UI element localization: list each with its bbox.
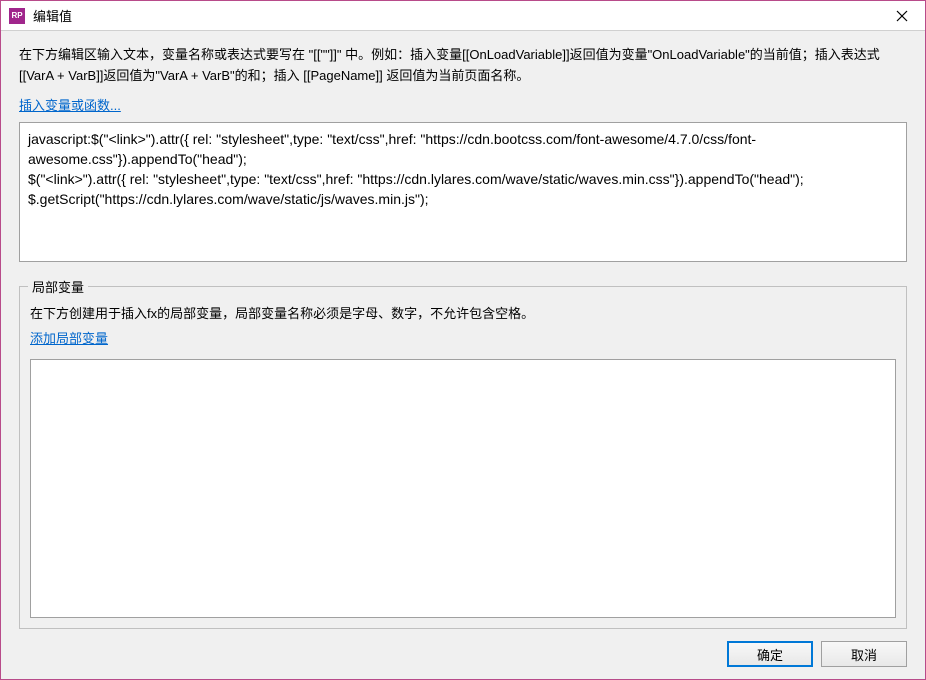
add-local-variable-link[interactable]: 添加局部变量	[30, 328, 896, 347]
edit-value-dialog: RP 编辑值 在下方编辑区输入文本，变量名称或表达式要写在 "[[""]]" 中…	[0, 0, 926, 680]
cancel-button[interactable]: 取消	[821, 641, 907, 667]
local-var-instruction: 在下方创建用于插入fx的局部变量，局部变量名称必须是字母、数字，不允许包含空格。	[30, 303, 896, 322]
expression-textarea[interactable]	[19, 122, 907, 262]
titlebar: RP 编辑值	[1, 1, 925, 31]
local-variables-section: 局部变量 在下方创建用于插入fx的局部变量，局部变量名称必须是字母、数字，不允许…	[19, 286, 907, 629]
fieldset-legend: 局部变量	[28, 277, 88, 296]
ok-button[interactable]: 确定	[727, 641, 813, 667]
close-icon	[896, 10, 908, 22]
app-icon: RP	[9, 8, 25, 24]
main-instruction: 在下方编辑区输入文本，变量名称或表达式要写在 "[[""]]" 中。例如：插入变…	[19, 45, 907, 87]
dialog-content: 在下方编辑区输入文本，变量名称或表达式要写在 "[[""]]" 中。例如：插入变…	[1, 31, 925, 679]
close-button[interactable]	[879, 1, 925, 31]
local-variables-fieldset: 局部变量 在下方创建用于插入fx的局部变量，局部变量名称必须是字母、数字，不允许…	[19, 286, 907, 629]
window-title: 编辑值	[33, 6, 879, 25]
button-row: 确定 取消	[19, 629, 907, 667]
local-variables-list[interactable]	[30, 359, 896, 618]
insert-variable-link[interactable]: 插入变量或函数...	[19, 95, 907, 114]
